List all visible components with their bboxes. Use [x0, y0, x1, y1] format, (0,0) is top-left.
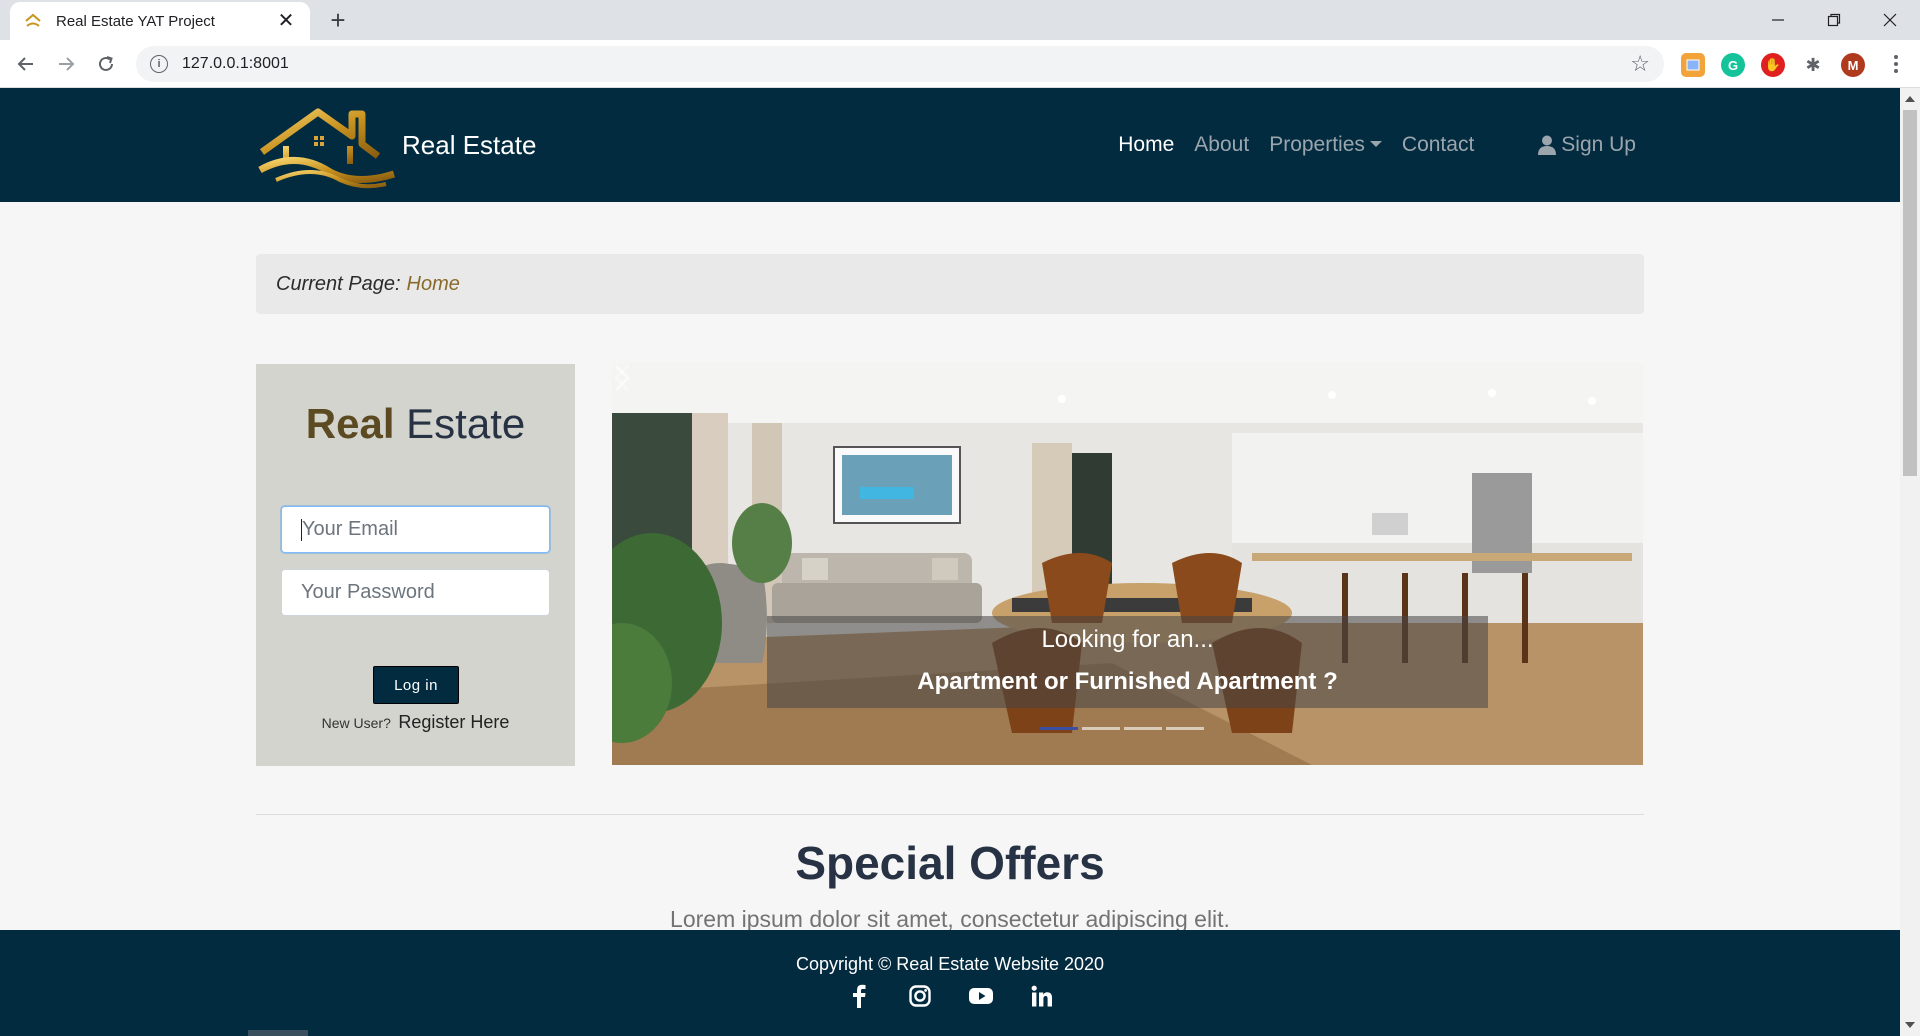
close-tab-icon[interactable]: ✕	[276, 11, 296, 31]
breadcrumb: Current Page: Home	[256, 254, 1644, 314]
youtube-icon[interactable]	[968, 984, 993, 1008]
browser-menu-icon[interactable]	[1886, 52, 1906, 76]
nav-properties-dropdown[interactable]: Properties	[1269, 133, 1382, 157]
login-title-estate: Estate	[406, 400, 526, 447]
login-button[interactable]: Log in	[373, 666, 459, 704]
scrollbar-thumb[interactable]	[1903, 110, 1917, 476]
new-tab-icon[interactable]: +	[324, 6, 352, 34]
site-footer: Copyright © Real Estate Website 2020	[0, 930, 1900, 1036]
close-window-icon[interactable]	[1862, 0, 1918, 40]
house-favicon-icon	[24, 12, 42, 30]
social-links	[0, 984, 1900, 1008]
back-icon[interactable]	[12, 50, 40, 78]
scroll-up-icon[interactable]	[1905, 96, 1915, 102]
address-bar[interactable]: i 127.0.0.1:8001 ☆	[136, 46, 1664, 82]
password-field[interactable]: Your Password	[281, 569, 550, 616]
house-logo-icon	[258, 108, 396, 189]
restore-icon[interactable]	[1806, 0, 1862, 40]
browser-tab[interactable]: Real Estate YAT Project ✕	[10, 2, 310, 40]
bookmark-star-icon[interactable]: ☆	[1630, 52, 1650, 76]
carousel-indicator[interactable]	[1082, 727, 1120, 730]
forward-icon[interactable]	[52, 50, 80, 78]
minimize-icon[interactable]	[1750, 0, 1806, 40]
copyright-text: Copyright © Real Estate Website 2020	[795, 954, 1105, 974]
password-placeholder: Your Password	[301, 581, 435, 603]
site-info-icon[interactable]: i	[150, 55, 168, 73]
brand-name: Real Estate	[402, 129, 537, 160]
carousel-indicator[interactable]	[1040, 727, 1078, 730]
page-scrollbar[interactable]	[1900, 88, 1920, 1036]
site-brand[interactable]: Real Estate	[256, 100, 536, 190]
site-navbar: Real Estate Home About Properties Contac…	[0, 88, 1900, 202]
nav-links: Home About Properties Contact Sign Up	[1118, 88, 1636, 202]
special-offers-title: Special Offers	[795, 837, 1105, 889]
register-row: New User? Register Here	[256, 712, 575, 733]
url-text: 127.0.0.1:8001	[182, 55, 289, 72]
user-icon	[1538, 135, 1557, 155]
grammarly-icon[interactable]: G	[1721, 53, 1745, 77]
reload-icon[interactable]	[92, 50, 120, 78]
email-field[interactable]: Your Email	[281, 506, 550, 553]
facebook-icon[interactable]	[847, 984, 871, 1008]
hero-carousel[interactable]: Looking for an... Apartment or Furnished…	[612, 363, 1643, 765]
nav-about[interactable]: About	[1194, 133, 1249, 157]
extensions-puzzle-icon[interactable]: ✱	[1801, 53, 1825, 77]
linkedin-icon[interactable]	[1030, 984, 1054, 1008]
section-divider	[256, 814, 1644, 815]
carousel-indicators	[1040, 727, 1204, 730]
special-offers-subtitle: Lorem ipsum dolor sit amet, consectetur …	[670, 906, 1230, 932]
new-user-text: New User?	[321, 715, 391, 731]
caption-line-1: Looking for an...	[1041, 626, 1214, 653]
profile-avatar[interactable]: M	[1841, 53, 1865, 77]
browser-toolbar: i 127.0.0.1:8001 ☆ G ✋ ✱ M	[0, 40, 1920, 88]
carousel-indicator[interactable]	[1166, 727, 1204, 730]
login-panel: Real Estate Your Email Your Password Log…	[256, 364, 575, 766]
extension-image-icon[interactable]	[1681, 53, 1705, 77]
breadcrumb-current[interactable]: Home	[407, 273, 460, 296]
register-link[interactable]: Register Here	[398, 712, 509, 732]
scroll-down-icon[interactable]	[1905, 1022, 1915, 1028]
instagram-icon[interactable]	[908, 984, 932, 1008]
bottom-scroll-shadow	[248, 1030, 308, 1036]
email-placeholder: Your Email	[302, 518, 398, 540]
browser-chrome: Real Estate YAT Project ✕ + i 127.0.0.1:…	[0, 0, 1920, 88]
nav-properties: Properties	[1269, 133, 1365, 156]
signup-link[interactable]: Sign Up	[1538, 133, 1636, 157]
chevron-down-icon	[1369, 140, 1382, 147]
breadcrumb-label: Current Page:	[276, 272, 401, 295]
carousel-caption: Looking for an... Apartment or Furnished…	[767, 616, 1488, 708]
caption-line-2: Apartment or Furnished Apartment ?	[917, 668, 1338, 695]
login-title: Real Estate	[256, 400, 575, 448]
signup-label: Sign Up	[1561, 133, 1636, 156]
tab-title: Real Estate YAT Project	[56, 12, 215, 30]
carousel-next-icon[interactable]	[612, 363, 632, 393]
page-viewport: Real Estate Home About Properties Contac…	[0, 88, 1900, 1036]
tab-strip: Real Estate YAT Project ✕ +	[0, 0, 1920, 40]
adblock-icon[interactable]: ✋	[1761, 53, 1785, 77]
nav-contact[interactable]: Contact	[1402, 133, 1474, 157]
nav-home[interactable]: Home	[1118, 133, 1174, 157]
carousel-indicator[interactable]	[1124, 727, 1162, 730]
login-title-real: Real	[305, 400, 395, 447]
